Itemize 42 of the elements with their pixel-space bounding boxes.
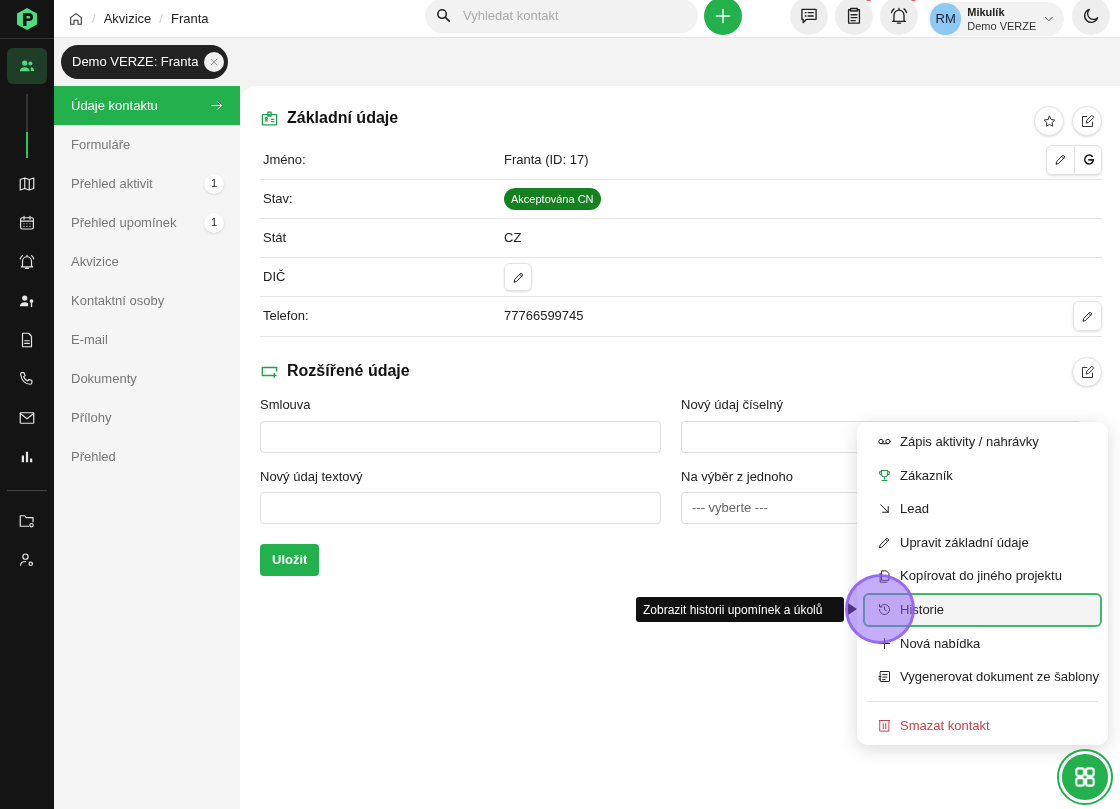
field-label: DIČ xyxy=(262,268,287,287)
tooltip: Zobrazit historii upomínek a úkolů xyxy=(636,597,844,622)
field-value: 77766599745 xyxy=(504,307,584,326)
field-label: Telefon: xyxy=(262,307,310,326)
field-label: Nový údaj číselný xyxy=(681,396,783,414)
field-label: Smlouva xyxy=(260,396,311,414)
menu-label: Vygenerovat dokument ze šablony xyxy=(900,668,1099,687)
field-label: Na výběr z jednoho xyxy=(681,467,793,486)
menu-label: Lead xyxy=(900,500,929,519)
nav-label: Dokumenty xyxy=(71,369,138,388)
breadcrumb-separator: / xyxy=(159,9,163,28)
user-project: Demo VERZE xyxy=(967,18,1037,33)
field-label: Stav: xyxy=(262,190,294,209)
menu-label: Zápis aktivity / nahrávky xyxy=(900,433,1039,452)
nav-label: Přehled xyxy=(71,447,117,466)
section-title: Rozšířené údaje xyxy=(287,361,410,381)
field-value: Franta (ID: 17) xyxy=(504,150,589,169)
nav-label: Přehled aktivit xyxy=(71,174,154,193)
user-avatar: RM xyxy=(930,2,962,35)
nav-label: E-mail xyxy=(71,330,109,349)
user-name: Mikulík xyxy=(967,4,1006,19)
tab-label: Demo VERZE: Franta xyxy=(72,53,199,72)
menu-label: Nová nabídka xyxy=(900,634,981,653)
nav-label: Přílohy xyxy=(71,408,113,427)
breadcrumb-separator: / xyxy=(92,9,96,28)
field-label: Nový údaj textový xyxy=(260,467,363,486)
menu-label: Kopírovat do jiného projektu xyxy=(900,567,1062,586)
nav-label: Formuláře xyxy=(71,135,132,154)
menu-label: Upravit základní údaje xyxy=(900,533,1029,552)
field-label: Stát xyxy=(262,229,288,248)
section-title: Základní údaje xyxy=(287,108,399,128)
field-value: CZ xyxy=(504,229,522,248)
nav-label: Kontaktní osoby xyxy=(71,291,166,310)
nav-label: Přehled upomínek xyxy=(71,213,178,232)
menu-label: Smazat kontakt xyxy=(900,716,990,735)
status-badge: Akceptována CN xyxy=(504,187,601,211)
menu-label: Zákazník xyxy=(900,466,953,485)
field-label: Jméno: xyxy=(262,150,307,169)
count-badge: 1 xyxy=(204,173,224,194)
nav-label: Akvizice xyxy=(71,252,120,271)
count-badge: 1 xyxy=(204,212,224,233)
nav-label: Údaje kontaktu xyxy=(71,96,159,115)
